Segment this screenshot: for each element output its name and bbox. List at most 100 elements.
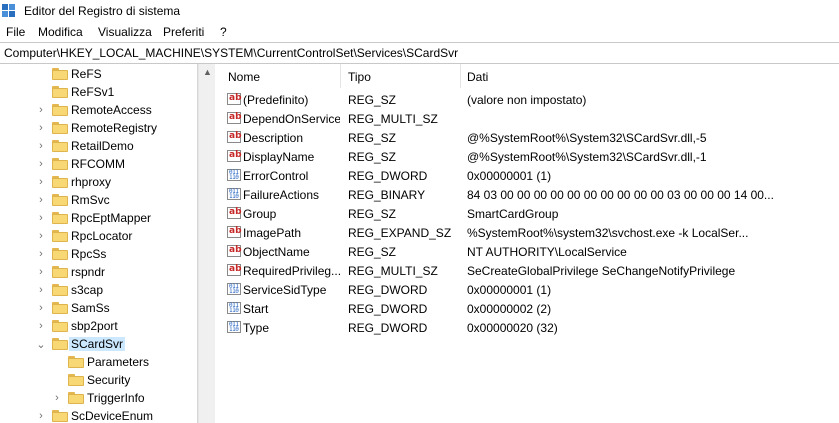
tree-item-label: TriggerInfo xyxy=(87,391,145,405)
folder-icon xyxy=(52,122,68,134)
folder-icon xyxy=(52,266,68,278)
menu-preferiti[interactable]: Preferiti xyxy=(163,25,204,39)
menu-help[interactable]: ? xyxy=(220,25,227,39)
value-row[interactable]: ab DisplayName REG_SZ @%SystemRoot%\System3… xyxy=(216,147,839,166)
folder-icon xyxy=(52,284,68,296)
tree-item-label: RetailDemo xyxy=(71,139,134,153)
column-header-type[interactable]: Tipo xyxy=(341,64,461,88)
string-value-icon: ab xyxy=(227,226,242,238)
chevron-right-icon[interactable]: › xyxy=(36,302,46,314)
tree-item[interactable]: › RFCOMM xyxy=(0,155,197,173)
folder-icon xyxy=(52,86,68,98)
tree-item[interactable]: › rhproxy xyxy=(0,173,197,191)
value-row[interactable]: ab RequiredPrivileg... REG_MULTI_SZ SeCreat… xyxy=(216,261,839,280)
address-path[interactable]: Computer\HKEY_LOCAL_MACHINE\SYSTEM\Curre… xyxy=(4,46,458,60)
tree-item[interactable]: › RpcSs xyxy=(0,245,197,263)
tree-item[interactable]: Parameters xyxy=(0,353,197,371)
value-name: Description xyxy=(243,131,304,145)
chevron-right-icon[interactable]: › xyxy=(52,392,62,404)
chevron-right-icon[interactable]: › xyxy=(36,104,46,116)
value-name: RequiredPrivileg... xyxy=(243,264,340,278)
value-row[interactable]: ab ObjectName REG_SZ NT AUTHORITY\LocalServ… xyxy=(216,242,839,261)
menu-visualizza[interactable]: Visualizza xyxy=(98,25,152,39)
value-name: ServiceSidType xyxy=(243,283,327,297)
tree-item[interactable]: ReFSv1 xyxy=(0,83,197,101)
value-data: NT AUTHORITY\LocalService xyxy=(467,245,627,259)
chevron-right-icon[interactable]: › xyxy=(36,158,46,170)
tree-item-label: RFCOMM xyxy=(71,157,125,171)
value-type: REG_BINARY xyxy=(348,188,426,202)
string-value-icon: ab xyxy=(227,264,242,276)
chevron-right-icon[interactable]: › xyxy=(36,194,46,206)
value-data: SeCreateGlobalPrivilege SeChangeNotifyPr… xyxy=(467,264,736,278)
tree-item[interactable]: › RemoteAccess xyxy=(0,101,197,119)
chevron-right-icon[interactable]: › xyxy=(36,248,46,260)
menu-modifica[interactable]: Modifica xyxy=(38,25,83,39)
chevron-right-icon[interactable]: › xyxy=(36,410,46,422)
value-row[interactable]: ab Description REG_SZ @%SystemRoot%\System3… xyxy=(216,128,839,147)
value-data: @%SystemRoot%\System32\SCardSvr.dll,-1 xyxy=(467,150,707,164)
column-header-name[interactable]: Nome xyxy=(216,64,341,88)
tree-item[interactable]: › TriggerInfo xyxy=(0,389,197,407)
value-row[interactable]: 011 110 Type REG_DWORD 0x00000020 (32) xyxy=(216,318,839,337)
tree-item[interactable]: › SamSs xyxy=(0,299,197,317)
chevron-right-icon[interactable]: › xyxy=(36,230,46,242)
values-list[interactable]: Nome Tipo Dati ab (Predefinito) REG_SZ (val… xyxy=(216,64,839,423)
chevron-right-icon[interactable]: › xyxy=(36,320,46,332)
chevron-right-icon[interactable]: › xyxy=(36,266,46,278)
chevron-right-icon[interactable]: › xyxy=(36,176,46,188)
chevron-right-icon[interactable]: › xyxy=(36,140,46,152)
value-type: REG_DWORD xyxy=(348,302,428,316)
string-value-icon: ab xyxy=(227,93,242,105)
menu-file[interactable]: File xyxy=(6,25,25,39)
tree-item[interactable]: › RetailDemo xyxy=(0,137,197,155)
chevron-right-icon[interactable]: › xyxy=(36,122,46,134)
tree-item[interactable]: › sbp2port xyxy=(0,317,197,335)
column-header-data[interactable]: Dati xyxy=(461,64,839,88)
tree-scrollbar[interactable]: ▲ xyxy=(198,64,215,423)
tree-item[interactable]: › RpcLocator xyxy=(0,227,197,245)
tree-item-label: rhproxy xyxy=(71,175,112,189)
folder-icon xyxy=(52,230,68,242)
value-name: ImagePath xyxy=(243,226,302,240)
tree-item[interactable]: Security xyxy=(0,371,197,389)
value-type: REG_SZ xyxy=(348,131,397,145)
tree-item[interactable]: ⌄ SCardSvr xyxy=(0,335,197,353)
tree-item[interactable]: › s3cap xyxy=(0,281,197,299)
address-bar[interactable]: Computer\HKEY_LOCAL_MACHINE\SYSTEM\Curre… xyxy=(0,42,839,64)
chevron-down-icon[interactable]: ⌄ xyxy=(36,338,46,351)
tree-item[interactable]: › ScDeviceEnum xyxy=(0,407,197,423)
tree-item-label: RemoteRegistry xyxy=(71,121,158,135)
tree-item-label: RpcLocator xyxy=(71,229,133,243)
tree-item[interactable]: › rspndr xyxy=(0,263,197,281)
value-row[interactable]: 011 110 ErrorControl REG_DWORD 0x00000001 (1… xyxy=(216,166,839,185)
tree-item-label: ReFS xyxy=(71,67,102,81)
scroll-up-arrow-icon[interactable]: ▲ xyxy=(199,64,216,81)
value-name: FailureActions xyxy=(243,188,320,202)
value-name: Start xyxy=(243,302,269,316)
tree-item[interactable]: ReFS xyxy=(0,65,197,83)
tree-item[interactable]: › RemoteRegistry xyxy=(0,119,197,137)
folder-icon xyxy=(52,248,68,260)
value-row[interactable]: ab Group REG_SZ SmartCardGroup xyxy=(216,204,839,223)
chevron-right-icon[interactable]: › xyxy=(36,284,46,296)
value-name: Type xyxy=(243,321,270,335)
folder-icon xyxy=(68,374,84,386)
value-row[interactable]: 011 110 ServiceSidType REG_DWORD 0x00000001 … xyxy=(216,280,839,299)
value-type: REG_SZ xyxy=(348,207,397,221)
tree-item[interactable]: › RpcEptMapper xyxy=(0,209,197,227)
menu-bar: File Modifica Visualizza Preferiti ? xyxy=(0,22,839,42)
value-row[interactable]: 011 110 FailureActions REG_BINARY 84 03 00 0… xyxy=(216,185,839,204)
key-tree[interactable]: ReFS ReFSv1 › RemoteAccess › RemoteRegistry › R… xyxy=(0,64,198,423)
value-type: REG_DWORD xyxy=(348,283,428,297)
value-row[interactable]: ab DependOnService REG_MULTI_SZ xyxy=(216,109,839,128)
folder-icon xyxy=(52,212,68,224)
tree-item[interactable]: › RmSvc xyxy=(0,191,197,209)
folder-icon xyxy=(52,320,68,332)
value-row[interactable]: ab (Predefinito) REG_SZ (valore non imposta… xyxy=(216,90,839,109)
binary-value-icon: 011 110 xyxy=(227,321,241,333)
value-row[interactable]: 011 110 Start REG_DWORD 0x00000002 (2) xyxy=(216,299,839,318)
value-row[interactable]: ab ImagePath REG_EXPAND_SZ %SystemRoot%\sys… xyxy=(216,223,839,242)
tree-item-label: ScDeviceEnum xyxy=(71,409,154,423)
chevron-right-icon[interactable]: › xyxy=(36,212,46,224)
